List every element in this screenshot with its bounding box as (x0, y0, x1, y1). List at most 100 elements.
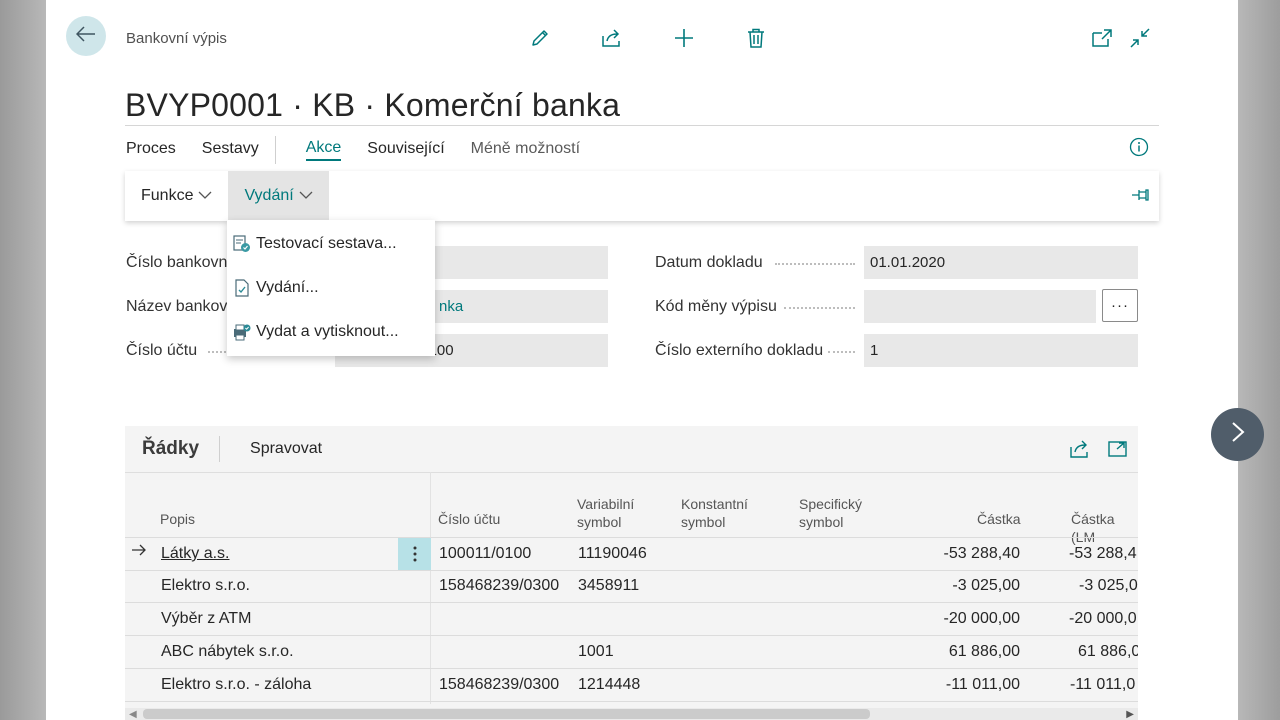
field-label-cislo-uctu: Číslo účtu (126, 342, 198, 359)
action-fewer-options[interactable]: Méně možností (471, 140, 580, 160)
window-icons (1088, 24, 1164, 52)
horizontal-scrollbar[interactable]: ◀ ▶ (125, 708, 1138, 720)
next-record-button[interactable] (1211, 408, 1264, 461)
cell-castka-lm: -20 000,0 (1069, 610, 1137, 627)
toolbar-icons (522, 24, 810, 52)
field-dots (828, 351, 855, 353)
field-kod-meny[interactable] (864, 290, 1096, 323)
info-icon[interactable] (1129, 137, 1149, 162)
open-new-window-icon[interactable] (1088, 24, 1116, 52)
backdrop-left (0, 0, 46, 720)
table-row[interactable]: Elektro s.r.o. - záloha 158468239/0300 1… (125, 669, 1138, 702)
submenu-funkce[interactable]: Funkce (125, 171, 228, 221)
collapse-icon[interactable] (1126, 24, 1154, 52)
lookup-ellipsis-button[interactable]: ··· (1102, 289, 1138, 322)
table-row[interactable]: Elektro s.r.o. 158468239/0300 3458911 -3… (125, 570, 1138, 603)
field-cislo-externiho[interactable]: 1 (864, 334, 1138, 367)
field-datum-dokladu-value: 01.01.2020 (870, 254, 946, 271)
chevron-down-icon (198, 187, 212, 205)
field-dots (784, 307, 855, 309)
share-icon[interactable] (594, 24, 630, 52)
pencil-edit-icon[interactable] (522, 24, 558, 52)
cell-popis: Elektro s.r.o. (161, 577, 250, 594)
cell-popis[interactable]: Látky a.s. (161, 545, 229, 563)
cell-popis: Výběr z ATM (161, 610, 252, 627)
scrollbar-thumb[interactable] (143, 709, 870, 719)
field-label-cislo-externiho: Číslo externího dokladu (655, 342, 824, 359)
plus-icon[interactable] (666, 24, 702, 52)
field-label-cislo-bankovniho: Číslo bankovn (126, 254, 228, 271)
action-sestavy[interactable]: Sestavy (202, 140, 259, 160)
page-title: BVYP0001 · KB · Komerční banka (125, 87, 621, 124)
lines-header-icons (1069, 438, 1138, 460)
lines-header: Řádky Spravovat (125, 426, 1138, 473)
cell-castka: -53 288,40 (943, 545, 1020, 562)
action-bar-separator (274, 136, 276, 164)
table-row[interactable]: Výběr z ATM -20 000,00 -20 000,0 (125, 603, 1138, 636)
cell-castka-lm: -3 025,0 (1079, 577, 1138, 594)
lines-header-separator (219, 436, 221, 462)
submenu-vydani-label: Vydání (244, 187, 294, 204)
menu-item-vydat-a-vytisknout[interactable]: Vydat a vytisknout... (227, 310, 435, 354)
trash-icon[interactable] (738, 24, 774, 52)
cell-castka: -3 025,00 (952, 577, 1020, 594)
cell-castka: -20 000,00 (943, 610, 1020, 627)
field-dots (775, 263, 855, 265)
column-header-popis[interactable]: Popis (160, 510, 195, 528)
column-header-castka[interactable]: Částka (977, 510, 1021, 528)
lines-manage-menu[interactable]: Spravovat (250, 440, 322, 458)
expand-icon[interactable] (1107, 438, 1129, 460)
field-nazev-bankovniho-value: nka (439, 298, 464, 315)
field-label-datum-dokladu: Datum dokladu (655, 254, 763, 271)
cell-castka-lm: -11 011,0 (1070, 676, 1136, 693)
cell-castka: 61 886,00 (948, 643, 1020, 660)
cell-vs: 11190046 (578, 545, 647, 562)
scroll-right-icon[interactable]: ▶ (1126, 709, 1134, 720)
field-datum-dokladu[interactable]: 01.01.2020 (864, 246, 1138, 279)
menu-item-vydani[interactable]: Vydání... (227, 266, 435, 310)
table-row[interactable]: ABC nábytek s.r.o. 1001 61 886,00 61 886… (125, 636, 1138, 669)
share-icon[interactable] (1069, 438, 1091, 460)
menu-item-label: Vydání... (256, 279, 319, 296)
post-document-icon (233, 279, 251, 297)
action-akce[interactable]: Akce (305, 139, 342, 161)
column-header-specificky-symbol[interactable]: Specifický symbol (799, 495, 879, 531)
pin-icon[interactable] (1131, 187, 1151, 208)
back-button[interactable] (66, 16, 106, 56)
cell-ucet: 158468239/0300 (439, 577, 560, 594)
field-label-kod-meny: Kód měny výpisu (655, 298, 777, 315)
cell-popis: ABC nábytek s.r.o. (161, 643, 294, 660)
cell-popis: Elektro s.r.o. - záloha (161, 676, 312, 693)
breadcrumb: Bankovní výpis (126, 30, 227, 47)
action-bar: Proces Sestavy Akce Související Méně mož… (126, 136, 606, 164)
column-header-cislo-uctu[interactable]: Číslo účtu (438, 510, 500, 528)
cell-ucet: 100011/0100 (439, 545, 532, 562)
chevron-down-icon (299, 187, 313, 205)
lines-title: Řádky (142, 438, 200, 459)
scroll-left-icon[interactable]: ◀ (129, 709, 137, 720)
chevron-right-icon (1231, 421, 1245, 448)
cell-ucet: 158468239/0300 (439, 676, 560, 693)
lines-panel: Řádky Spravovat Popis Číslo účtu Variabi… (125, 426, 1138, 720)
cell-vs: 1214448 (578, 676, 641, 693)
backdrop-right (1238, 0, 1280, 720)
menu-item-label: Testovací sestava... (256, 235, 397, 252)
action-proces[interactable]: Proces (126, 140, 176, 160)
column-header-variabilni-symbol[interactable]: Variabilní symbol (577, 495, 647, 531)
field-cislo-externiho-value: 1 (870, 342, 879, 359)
submenu-funkce-label: Funkce (141, 187, 194, 204)
action-souvisejici[interactable]: Související (367, 140, 444, 160)
column-header-konstantni-symbol[interactable]: Konstantní symbol (681, 495, 761, 531)
table-row[interactable]: Látky a.s. 100011/0100 11190046 -53 288,… (125, 537, 1138, 571)
submenu-vydani[interactable]: Vydání (228, 171, 329, 221)
submenu-bar: Funkce Vydání (125, 171, 1159, 221)
cell-vs: 3458911 (578, 577, 640, 594)
row-actions-menu[interactable] (398, 538, 431, 570)
arrow-right-icon (131, 543, 147, 562)
cell-vs: 1001 (578, 643, 614, 660)
cell-castka-lm: -53 288,4 (1069, 545, 1137, 562)
menu-item-testovaci-sestava[interactable]: Testovací sestava... (227, 222, 435, 266)
post-and-print-icon (233, 323, 251, 341)
header-divider (125, 125, 1159, 126)
cell-castka: -11 011,00 (945, 676, 1020, 693)
